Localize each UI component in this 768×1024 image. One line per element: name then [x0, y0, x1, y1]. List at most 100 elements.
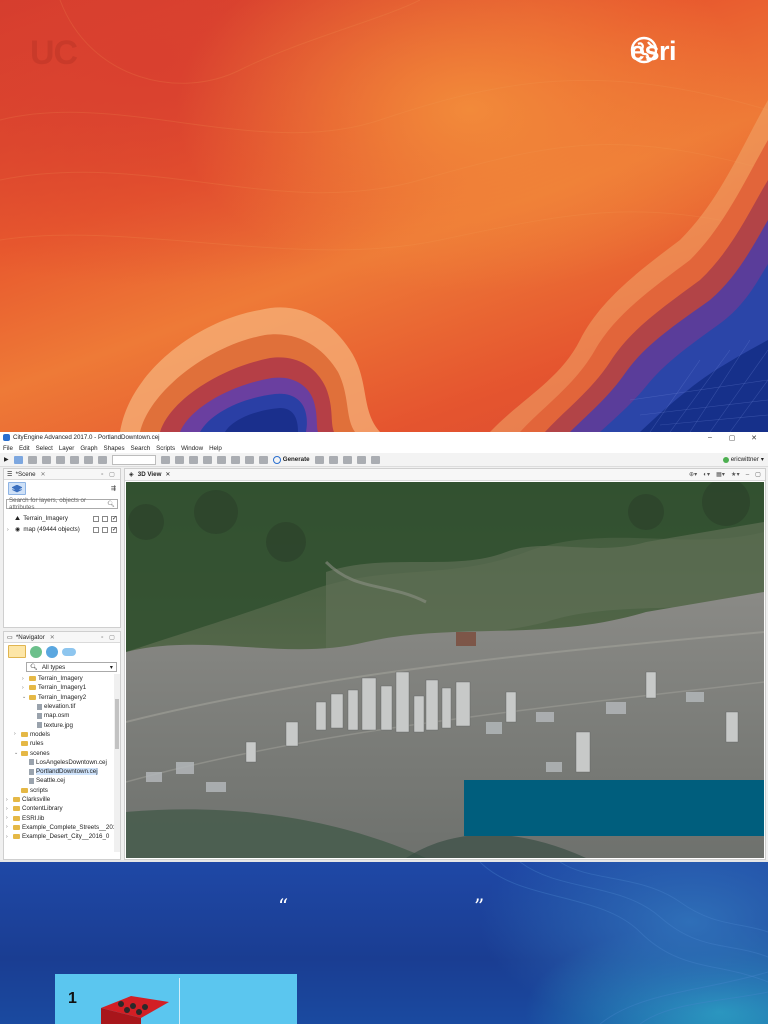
cloud-icon[interactable]	[62, 647, 76, 656]
tree-item[interactable]: texture.jpg	[6, 720, 120, 729]
shape-tool-3-icon[interactable]	[244, 455, 254, 464]
navigate-tool-icon[interactable]	[69, 455, 79, 464]
menu-help[interactable]: Help	[209, 445, 222, 452]
type-filter-select[interactable]: 🔍︎ All types ▾	[26, 662, 117, 672]
generate-option-icon[interactable]	[314, 455, 324, 464]
menu-file[interactable]: File	[3, 445, 13, 452]
generate-button[interactable]: Generate	[272, 455, 310, 464]
minimize-button[interactable]: –	[699, 434, 721, 441]
maximize-view-icon[interactable]: ▢	[755, 471, 761, 478]
close-icon[interactable]: ✕	[165, 471, 170, 478]
play-icon[interactable]: ▶	[4, 456, 9, 463]
menu-select[interactable]: Select	[36, 445, 53, 452]
cloud-download-icon[interactable]	[30, 645, 42, 658]
menu-layer[interactable]: Layer	[59, 445, 74, 452]
portal-icon[interactable]	[46, 645, 58, 658]
layers-icon[interactable]	[8, 482, 26, 495]
close-icon[interactable]: ✕	[41, 471, 46, 478]
expand-icon[interactable]: ›	[6, 834, 11, 840]
open-folder-icon[interactable]	[8, 645, 26, 658]
generate-option-3-icon[interactable]	[342, 455, 352, 464]
tree-item[interactable]: PortlandDowntown.cej	[6, 767, 120, 776]
view-option-icon[interactable]	[356, 455, 366, 464]
tree-item[interactable]: scripts	[6, 786, 120, 795]
tree-item[interactable]: › Clarksville	[6, 795, 120, 804]
layer-color-checkbox[interactable]	[102, 515, 108, 522]
3d-view-tab[interactable]: 3D View	[138, 471, 162, 478]
expand-icon[interactable]: ›	[6, 797, 11, 803]
navigator-tab[interactable]: ▭ *Navigator ✕ ▫ ▢	[4, 632, 120, 643]
tree-item[interactable]: › ESRI.lib	[6, 813, 120, 822]
expand-icon[interactable]: ⌄	[14, 750, 19, 756]
3d-viewport[interactable]	[126, 482, 764, 858]
expand-icon[interactable]: ⌄	[22, 694, 27, 700]
tree-item[interactable]: › Example_Desert_City__2016_0	[6, 832, 120, 841]
tree-item[interactable]: ⌄ Terrain_Imagery2	[6, 693, 120, 702]
tree-item[interactable]: elevation.tif	[6, 702, 120, 711]
expand-icon[interactable]: ›	[6, 824, 11, 830]
tree-item[interactable]: map.osm	[6, 711, 120, 720]
street-tool-2-icon[interactable]	[174, 455, 184, 464]
tree-item[interactable]: ⌄ scenes	[6, 748, 120, 757]
tree-item[interactable]: rules	[6, 739, 120, 748]
expand-icon[interactable]: ›	[6, 815, 11, 821]
grid-icon[interactable]: ▦▾	[716, 471, 725, 478]
panel-controls[interactable]: ▫ ▢	[101, 471, 117, 478]
tree-item[interactable]: › ContentLibrary	[6, 804, 120, 813]
expand-icon[interactable]: ›	[14, 731, 19, 737]
pan-tool-icon[interactable]	[97, 455, 107, 464]
menu-scripts[interactable]: Scripts	[156, 445, 175, 452]
tree-item[interactable]: › Terrain_Imagery	[6, 674, 120, 683]
menu-edit[interactable]: Edit	[19, 445, 30, 452]
visibility-icon[interactable]: ◐▾	[703, 471, 710, 478]
layer-lock-checkbox[interactable]	[93, 526, 99, 533]
camera-icon[interactable]: ⊕▾	[689, 471, 697, 478]
scene-layer-row[interactable]: › ◉ map (49444 objects)	[4, 524, 120, 535]
street-tool-4-icon[interactable]	[202, 455, 212, 464]
scene-search-input[interactable]: Search for layers, objects or attributes…	[6, 497, 118, 511]
expand-icon[interactable]: ›	[7, 527, 12, 533]
toolbar-value-input[interactable]	[111, 454, 156, 465]
shape-tool-2-icon[interactable]	[230, 455, 240, 464]
layer-color-checkbox[interactable]	[102, 526, 108, 533]
scene-layer-row[interactable]: ⛰ Terrain_Imagery	[4, 513, 120, 524]
scrollbar-thumb[interactable]	[115, 699, 119, 749]
layer-lock-checkbox[interactable]	[93, 515, 99, 522]
menu-graph[interactable]: Graph	[80, 445, 97, 452]
tree-item[interactable]: LosAngelesDowntown.cej	[6, 758, 120, 767]
maximize-button[interactable]: ▢	[721, 434, 743, 442]
menu-search[interactable]: Search	[131, 445, 151, 452]
user-menu[interactable]: ericwittner ▾	[722, 456, 764, 463]
shape-tool-icon[interactable]	[216, 455, 226, 464]
rotate-tool-icon[interactable]	[41, 455, 51, 464]
scale-tool-icon[interactable]	[55, 455, 65, 464]
expand-icon[interactable]: ›	[22, 676, 27, 682]
tree-item[interactable]: › Terrain_Imagery1	[6, 683, 120, 692]
scene-tab[interactable]: ☰ *Scene ✕ ▫ ▢	[4, 469, 120, 480]
shape-tool-4-icon[interactable]	[258, 455, 268, 464]
close-icon[interactable]: ✕	[50, 634, 55, 641]
bookmark-icon[interactable]: ★▾	[731, 471, 740, 478]
move-tool-icon[interactable]	[27, 455, 37, 464]
orbit-tool-icon[interactable]	[83, 455, 93, 464]
expand-icon[interactable]: ›	[6, 806, 11, 812]
folder-icon	[13, 815, 20, 821]
expand-icon[interactable]: ›	[22, 685, 27, 691]
close-button[interactable]: ✕	[743, 434, 765, 442]
generate-option-2-icon[interactable]	[328, 455, 338, 464]
minimize-view-icon[interactable]: –	[746, 471, 749, 478]
street-tool-icon[interactable]	[160, 455, 170, 464]
menu-window[interactable]: Window	[181, 445, 203, 452]
panel-controls[interactable]: ▫ ▢	[101, 634, 117, 641]
tree-item[interactable]: › Example_Complete_Streets__2016	[6, 823, 120, 832]
layer-visible-checkbox[interactable]	[111, 515, 117, 522]
tree-item[interactable]: Seattle.cej	[6, 776, 120, 785]
view-option-2-icon[interactable]	[370, 455, 380, 464]
layer-visible-checkbox[interactable]	[111, 526, 117, 533]
export-icon[interactable]: ⇶	[111, 485, 116, 492]
street-tool-3-icon[interactable]	[188, 455, 198, 464]
navigator-scrollbar[interactable]	[114, 674, 120, 852]
tree-item[interactable]: › models	[6, 730, 120, 739]
menu-shapes[interactable]: Shapes	[104, 445, 125, 452]
select-tool-icon[interactable]	[13, 455, 23, 464]
